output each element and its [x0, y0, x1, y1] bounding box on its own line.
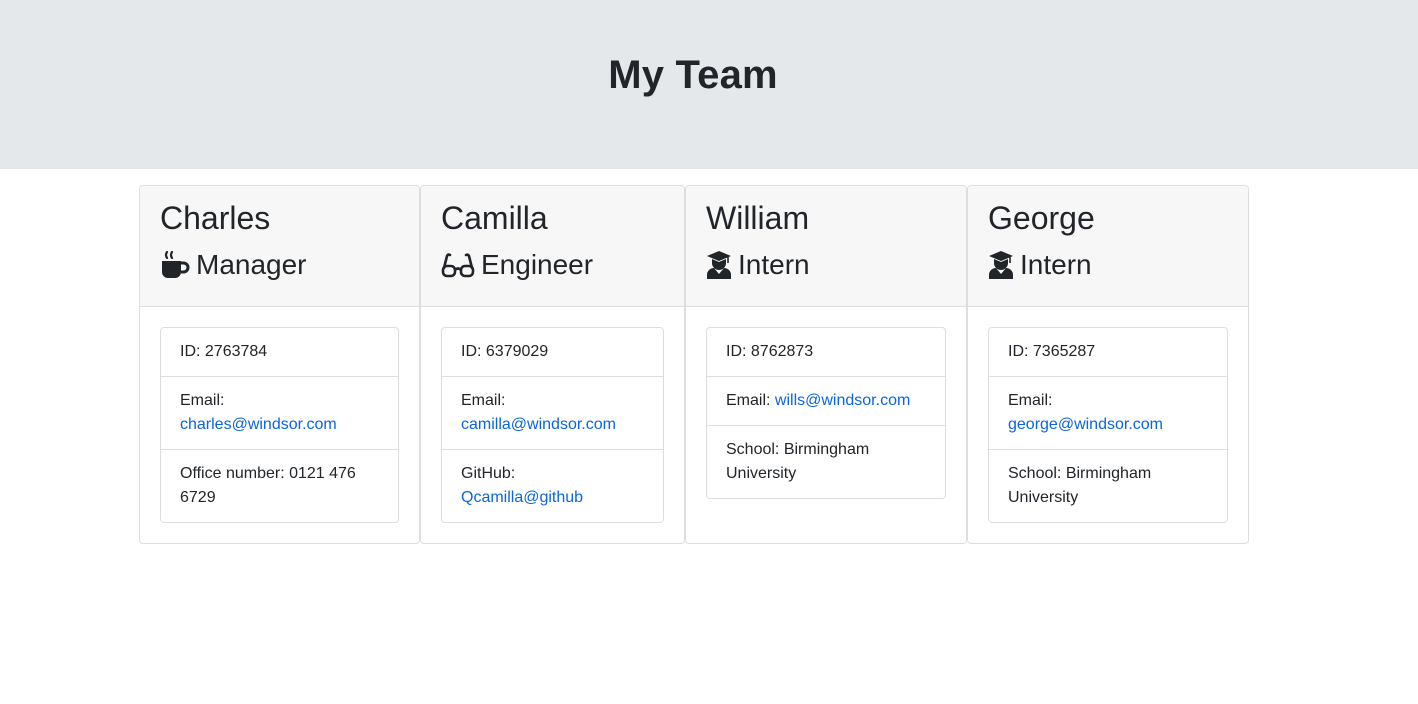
- employee-card-charles: Charles Manager ID: 2763784 Email: charl…: [139, 185, 420, 544]
- employee-role: Intern: [988, 248, 1092, 282]
- school: School: Birmingham University: [1008, 465, 1152, 506]
- employee-details: ID: 6379029 Email: camilla@windsor.com G…: [441, 327, 664, 523]
- employee-details: ID: 2763784 Email: charles@windsor.com O…: [160, 327, 399, 523]
- employee-role: Intern: [706, 248, 810, 282]
- graduate-icon: [988, 250, 1014, 280]
- employee-card-george: George Intern ID: 7365287 Email: george@…: [967, 185, 1249, 544]
- email-label: Email:: [180, 392, 225, 409]
- employee-details: ID: 8762873 Email: wills@windsor.com Sch…: [706, 327, 946, 499]
- employee-email-row: Email: charles@windsor.com: [161, 377, 398, 450]
- card-header: William Intern: [686, 186, 966, 307]
- github-label: GitHub:: [461, 465, 516, 482]
- email-label: Email:: [461, 392, 506, 409]
- employee-email-row: Email: george@windsor.com: [989, 377, 1227, 450]
- employee-id: ID: 2763784: [161, 328, 398, 377]
- card-header: George Intern: [968, 186, 1248, 307]
- graduate-icon: [706, 250, 732, 280]
- employee-name: Camilla: [441, 200, 548, 236]
- card-header: Camilla Engineer: [421, 186, 684, 307]
- employee-id: ID: 7365287: [989, 328, 1227, 377]
- employee-name: George: [988, 200, 1095, 236]
- github-link[interactable]: Qcamilla@github: [461, 489, 583, 506]
- employee-name: Charles: [160, 200, 271, 236]
- role-label: Intern: [1020, 249, 1092, 280]
- employee-id: ID: 6379029: [442, 328, 663, 377]
- page-header: My Team: [0, 0, 1418, 169]
- role-label: Intern: [738, 249, 810, 280]
- email-link[interactable]: george@windsor.com: [1008, 416, 1163, 433]
- employee-details: ID: 7365287 Email: george@windsor.com Sc…: [988, 327, 1228, 523]
- employee-id: ID: 8762873: [707, 328, 945, 377]
- employee-name: William: [706, 200, 810, 236]
- github-row: GitHub: Qcamilla@github: [442, 450, 663, 522]
- role-label: Manager: [196, 249, 307, 280]
- employee-card-william: William Intern ID: 8762873 Email: wills@…: [685, 185, 967, 544]
- role-label: Engineer: [481, 249, 594, 280]
- employee-role: Engineer: [441, 248, 593, 282]
- card-header: Charles Manager: [140, 186, 419, 307]
- page-title: My Team: [608, 53, 778, 97]
- employee-card-camilla: Camilla Engineer ID: 6379029 Email: cami…: [420, 185, 685, 544]
- school: School: Birmingham University: [726, 441, 870, 482]
- email-link[interactable]: camilla@windsor.com: [461, 416, 616, 433]
- mug-icon: [160, 250, 190, 280]
- email-link[interactable]: wills@windsor.com: [775, 392, 910, 409]
- email-link[interactable]: charles@windsor.com: [180, 416, 337, 433]
- employee-email-row: Email: wills@windsor.com: [707, 377, 945, 426]
- glasses-icon: [441, 250, 475, 280]
- employee-email-row: Email: camilla@windsor.com: [442, 377, 663, 450]
- employee-role: Manager: [160, 248, 307, 282]
- email-label: Email:: [1008, 392, 1053, 409]
- office-number: Office number: 0121 476 6729: [180, 465, 356, 506]
- email-label: Email:: [726, 392, 771, 409]
